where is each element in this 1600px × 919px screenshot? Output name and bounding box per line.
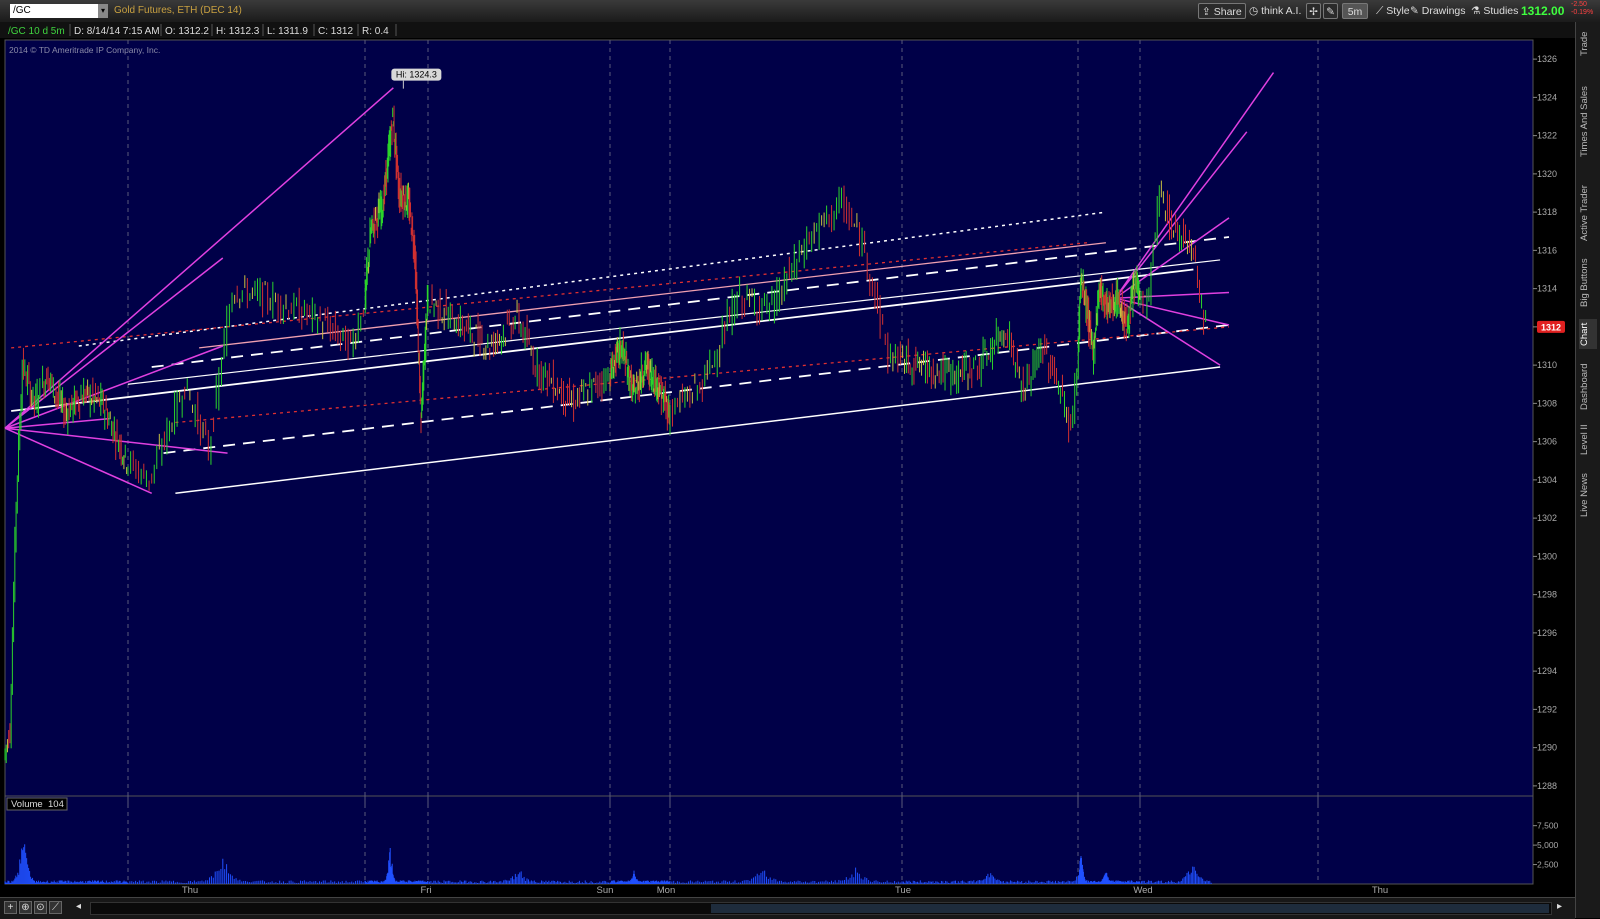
info-field: D: 8/14/14 7:15 AM xyxy=(74,26,160,37)
crosshair-tool-button[interactable]: ✢ xyxy=(1306,3,1321,19)
info-field: C: 1312 xyxy=(318,26,353,37)
share-button[interactable]: ⇪ Share xyxy=(1198,3,1246,19)
info-field: /GC 10 d 5m xyxy=(8,26,65,37)
pencil-icon: ✎ xyxy=(1326,6,1335,18)
x-tick-label: Wed xyxy=(1133,885,1152,896)
x-tick-label: Sun xyxy=(597,885,614,896)
bottom-bar: + ⊕ ⊙ ⟋ ◂ ▸ xyxy=(0,897,1575,919)
tab-active-trader[interactable]: Active Trader xyxy=(1579,180,1597,246)
tab-dashboard[interactable]: Dashboard xyxy=(1579,362,1597,412)
y-tick-label: 1326 xyxy=(1537,54,1557,64)
x-tick-label: Tue xyxy=(895,885,911,896)
tab-level-ii[interactable]: Level II xyxy=(1579,420,1597,460)
x-tick-label: Thu xyxy=(1372,885,1388,896)
info-field: R: 0.4 xyxy=(362,26,389,37)
symbol-description: Gold Futures, ETH (DEC 14) xyxy=(114,5,242,16)
volume-tick-label: 7,500 xyxy=(1537,821,1559,831)
tab-trade[interactable]: Trade xyxy=(1579,30,1597,58)
share-icon: ⇪ xyxy=(1202,6,1211,18)
line-tool-icon[interactable]: ⟋ xyxy=(49,901,62,914)
last-price: 1312.00 xyxy=(1521,4,1565,18)
pan-icon[interactable]: ⊙ xyxy=(34,901,47,914)
y-tick-label: 1322 xyxy=(1537,131,1557,141)
y-tick-label: 1316 xyxy=(1537,245,1557,255)
y-tick-label: 1314 xyxy=(1537,284,1557,294)
info-field: L: 1311.9 xyxy=(267,26,308,37)
draw-tool-button[interactable]: ✎ xyxy=(1323,3,1338,19)
tab-big-buttons[interactable]: Big Buttons xyxy=(1579,254,1597,312)
y-tick-label: 1298 xyxy=(1537,590,1557,600)
tab-times-and-sales[interactable]: Times And Sales xyxy=(1579,74,1597,170)
timeline-scrollbar[interactable] xyxy=(90,902,1552,915)
info-field: O: 1312.2 xyxy=(165,26,209,37)
y-tick-label: 1296 xyxy=(1537,628,1557,638)
y-tick-label: 1320 xyxy=(1537,169,1557,179)
price-change: -2.50 -0.19% xyxy=(1571,1,1593,17)
volume-tick-label: 5,000 xyxy=(1537,840,1559,850)
y-tick-label: 1304 xyxy=(1537,475,1557,485)
brush-icon: ⟋ xyxy=(1376,5,1384,17)
x-tick-label: Thu xyxy=(182,885,198,896)
tab-live-news[interactable]: Live News xyxy=(1579,470,1597,520)
y-tick-label: 1306 xyxy=(1537,437,1557,447)
scrollbar-thumb[interactable] xyxy=(711,904,1549,913)
x-tick-label: Fri xyxy=(420,885,431,896)
change-percent: -0.19% xyxy=(1571,9,1594,16)
y-tick-label: 1324 xyxy=(1537,92,1557,102)
y-tick-label: 1288 xyxy=(1537,781,1557,791)
y-tick-label: 1318 xyxy=(1537,207,1557,217)
crosshair-icon: ✢ xyxy=(1309,6,1318,18)
scroll-left-icon[interactable]: ◂ xyxy=(72,901,85,914)
x-tick-label: Mon xyxy=(657,885,675,896)
symbol-dropdown-icon[interactable]: ▾ xyxy=(98,4,108,18)
scroll-right-icon[interactable]: ▸ xyxy=(1553,901,1566,914)
right-sidebar: Trade Times And Sales Active Trader Big … xyxy=(1575,22,1600,918)
y-tick-label: 1294 xyxy=(1537,666,1557,676)
info-field: H: 1312.3 xyxy=(216,26,260,37)
volume-panel xyxy=(4,795,1534,885)
y-tick-label: 1300 xyxy=(1537,551,1557,561)
timeframe-button[interactable]: 5m xyxy=(1342,3,1368,19)
flask-icon: ⚗ xyxy=(1471,5,1481,17)
y-tick-label: 1308 xyxy=(1537,398,1557,408)
symbol-input[interactable]: /GC xyxy=(10,4,98,18)
volume-tick-label: 2,500 xyxy=(1537,860,1559,870)
last-price-tag: 1312 xyxy=(1541,322,1561,332)
studies-button[interactable]: ⚗ Studies xyxy=(1468,3,1521,19)
chart-svg[interactable]: /GC 10 d 5m D: 8/14/14 7:15 AM O: 1312.2 H:… xyxy=(0,22,1575,897)
volume-value: 104 xyxy=(48,799,64,810)
tab-chart[interactable]: Chart xyxy=(1579,319,1597,349)
zoom-in-icon[interactable]: + xyxy=(4,901,17,914)
copyright-text: 2014 © TD Ameritrade IP Company, Inc. xyxy=(9,45,160,55)
y-tick-label: 1290 xyxy=(1537,743,1557,753)
change-value: -2.50 xyxy=(1571,1,1587,8)
top-toolbar: /GC ▾ Gold Futures, ETH (DEC 14) ⇪ Share… xyxy=(0,0,1600,23)
y-tick-label: 1310 xyxy=(1537,360,1557,370)
pencil-icon: ✎ xyxy=(1410,5,1419,17)
high-label: Hi: 1324.3 xyxy=(396,70,437,80)
volume-label: Volume xyxy=(11,799,43,810)
y-tick-label: 1302 xyxy=(1537,513,1557,523)
price-panel xyxy=(4,39,1534,806)
think-ai-button[interactable]: ◷ think A.I. xyxy=(1246,3,1304,19)
clock-icon: ◷ xyxy=(1249,5,1259,17)
y-tick-label: 1292 xyxy=(1537,704,1557,714)
zoom-icon[interactable]: ⊕ xyxy=(19,901,32,914)
drawings-button[interactable]: ✎ Drawings xyxy=(1407,3,1469,19)
